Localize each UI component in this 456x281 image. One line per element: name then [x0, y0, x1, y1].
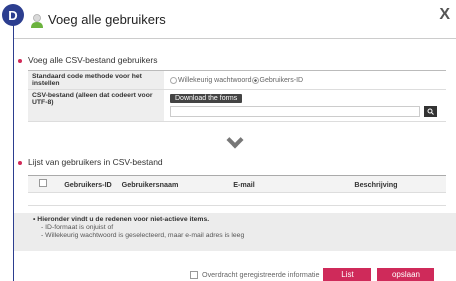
list-button[interactable]: List [323, 268, 372, 281]
column-header: Gebruikers-ID [58, 175, 118, 193]
code-method-row: Standaard code methode voor het instelle… [28, 71, 446, 90]
csv-file-label: CSV-bestand (alleen dat codeert voor UTF… [28, 90, 164, 121]
search-icon[interactable] [424, 106, 437, 117]
csv-settings-form: Standaard code methode voor het instelle… [28, 70, 446, 122]
csv-file-input[interactable] [170, 106, 420, 117]
column-header: Beschrijving [306, 175, 446, 193]
section-bullet [18, 59, 22, 63]
dialog-footer: Overdracht geregistreerde informatie Lis… [190, 268, 435, 281]
notice-line: - ID-formaat is onjuist of [41, 224, 114, 231]
column-header: Gebruikersnaam [118, 175, 182, 193]
radio-user-id-label: Gebruikers-ID [259, 76, 304, 84]
radio-random-password-label: Willekeurig wachtwoord [178, 76, 252, 84]
radio-user-id[interactable] [251, 76, 259, 84]
download-forms-button[interactable]: Download the forms [170, 94, 243, 103]
save-button[interactable]: opslaan [377, 268, 435, 281]
csv-file-controls: Download the forms [164, 90, 446, 121]
section-bullet [18, 161, 22, 165]
table-row [28, 192, 446, 206]
table-header-row: Gebruikers-ID Gebruikersnaam E-mail Besc… [28, 175, 446, 193]
csv-section-heading: Voeg alle CSV-bestand gebruikers [28, 55, 158, 65]
transfer-info-checkbox[interactable] [190, 270, 198, 279]
code-method-options: Willekeurig wachtwoord Gebruikers-ID [164, 71, 446, 89]
chevron-down-icon [226, 131, 244, 149]
list-section-heading: Lijst van gebruikers in CSV-bestand [28, 157, 163, 167]
notice-heading: • Hieronder vindt u de redenen voor niet… [33, 216, 210, 223]
select-all-cell [28, 175, 58, 193]
notice-heading-text: Hieronder vindt u de redenen voor niet-a… [37, 216, 210, 223]
close-icon[interactable]: X [439, 6, 450, 24]
transfer-info-label: Overdracht geregistreerde informatie [202, 270, 320, 279]
step-badge: D [2, 4, 24, 26]
notice-line: - Willekeurig wachtwoord is geselecteerd… [41, 232, 245, 239]
users-icon [31, 14, 43, 28]
select-all-checkbox[interactable] [39, 179, 47, 187]
title-divider [14, 38, 456, 39]
dialog-title: Voeg alle gebruikers [48, 12, 166, 27]
radio-random-password[interactable] [170, 76, 177, 84]
column-header: E-mail [182, 175, 306, 193]
csv-file-row: CSV-bestand (alleen dat codeert voor UTF… [28, 90, 446, 122]
inactive-items-notice: • Hieronder vindt u de redenen voor niet… [14, 213, 456, 251]
code-method-label: Standaard code methode voor het instelle… [28, 71, 164, 89]
user-list-table: Gebruikers-ID Gebruikersnaam E-mail Besc… [28, 175, 446, 206]
